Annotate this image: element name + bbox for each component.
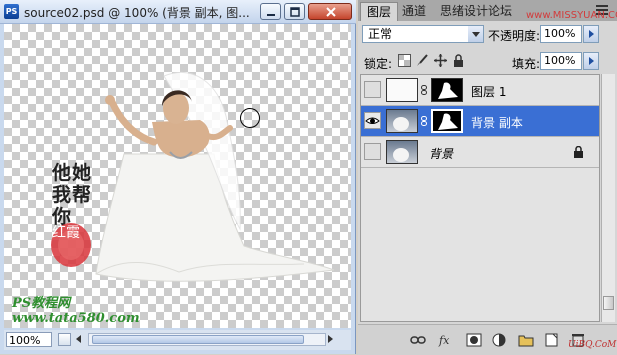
blend-mode-select[interactable]: 正常 (362, 25, 484, 43)
layer-row-layer-1[interactable]: 图层 1 (361, 75, 599, 106)
new-layer-icon[interactable] (544, 333, 560, 347)
maximize-button[interactable] (284, 3, 305, 20)
chevron-down-icon[interactable] (468, 26, 483, 42)
fill-field[interactable]: 100% (540, 52, 582, 70)
lock-move-icon[interactable] (434, 54, 447, 67)
site-stamp: www.MISSYUAN.COM (526, 10, 617, 21)
layer-mask-thumbnail[interactable] (431, 78, 463, 102)
blend-mode-value: 正常 (368, 27, 393, 41)
adjustment-layer-icon[interactable] (492, 333, 508, 347)
tab-layers[interactable]: 图层 (360, 2, 399, 21)
vertical-scrollbar[interactable] (601, 74, 615, 322)
photoshop-icon: PS (4, 4, 19, 19)
status-bar: 100% (4, 330, 351, 350)
layer-thumbnail[interactable] (386, 109, 418, 133)
close-icon (326, 7, 336, 17)
layer-row-background-copy[interactable]: 背景 副本 (361, 106, 599, 137)
tutorial-watermark: PS教程网 www.tata580.com (12, 296, 140, 326)
visibility-toggle[interactable] (364, 112, 381, 129)
document-canvas[interactable]: 他她 我帮 你 PS教程网 www.tata580.com (4, 24, 351, 328)
layer-name: 背景 (429, 147, 454, 161)
status-info-button[interactable] (58, 333, 71, 346)
add-mask-icon[interactable] (466, 333, 482, 347)
layer-mask-thumbnail[interactable] (431, 109, 463, 133)
lock-transparency-icon[interactable] (398, 54, 411, 67)
footer-stamp: UiBQ.CoM (568, 340, 617, 350)
document-window: PS source02.psd @ 100% (背景 副本, 图... 他她 我… (0, 0, 356, 354)
document-title: source02.psd @ 100% (背景 副本, 图... (24, 6, 250, 20)
eye-icon (365, 117, 380, 124)
close-button[interactable] (308, 3, 352, 20)
lock-brush-icon[interactable] (416, 54, 429, 67)
visibility-toggle[interactable] (364, 143, 381, 160)
maximize-icon (290, 7, 300, 17)
minimize-button[interactable] (260, 3, 281, 20)
calligraphy-text: 他她 我帮 你 (52, 162, 93, 228)
lock-label: 锁定: (364, 57, 393, 71)
tab-forum[interactable]: 思绪设计论坛 (434, 2, 518, 21)
layers-list: 图层 1 背景 副本 背景 (360, 74, 600, 322)
zoom-field[interactable]: 100% (6, 332, 52, 347)
fill-label: 填充: (512, 57, 541, 71)
layers-panel: 图层 通道 思绪设计论坛 正常 不透明度: 100% 锁定: 填充: 100% (358, 0, 617, 355)
layer-name: 图层 1 (471, 85, 507, 99)
layer-thumbnail[interactable] (386, 78, 418, 102)
watermark-line-1: PS教程网 (12, 296, 71, 311)
fill-slider-button[interactable] (583, 52, 599, 70)
svg-text:fx: fx (438, 334, 450, 347)
opacity-field[interactable]: 100% (540, 25, 582, 43)
document-titlebar[interactable]: PS source02.psd @ 100% (背景 副本, 图... (0, 0, 356, 24)
opacity-label: 不透明度: (488, 29, 541, 43)
layer-thumbnail[interactable] (386, 140, 418, 164)
minimize-icon (267, 14, 275, 16)
new-group-icon[interactable] (518, 333, 534, 347)
seal-text: 红霞 (52, 225, 80, 241)
chain-link-icon[interactable] (421, 85, 427, 95)
chain-link-icon[interactable] (421, 116, 427, 126)
horizontal-scrollbar[interactable] (88, 333, 326, 346)
horizontal-scroll-thumb[interactable] (92, 335, 304, 344)
scroll-left-icon[interactable] (76, 335, 81, 343)
layer-name: 背景 副本 (471, 116, 523, 130)
layer-style-fx-icon[interactable]: fx (438, 333, 454, 347)
watermark-line-2: www.tata580.com (12, 311, 140, 326)
visibility-toggle[interactable] (364, 81, 381, 98)
opacity-slider-button[interactable] (583, 25, 599, 43)
layer-row-background[interactable]: 背景 (361, 137, 599, 168)
lock-all-icon[interactable] (452, 54, 465, 67)
tab-channels[interactable]: 通道 (396, 2, 432, 21)
brush-cursor (240, 108, 260, 128)
lock-icon (574, 146, 583, 158)
scroll-right-icon[interactable] (328, 335, 333, 343)
vertical-scroll-thumb[interactable] (603, 296, 614, 310)
link-layers-icon[interactable] (410, 333, 426, 347)
